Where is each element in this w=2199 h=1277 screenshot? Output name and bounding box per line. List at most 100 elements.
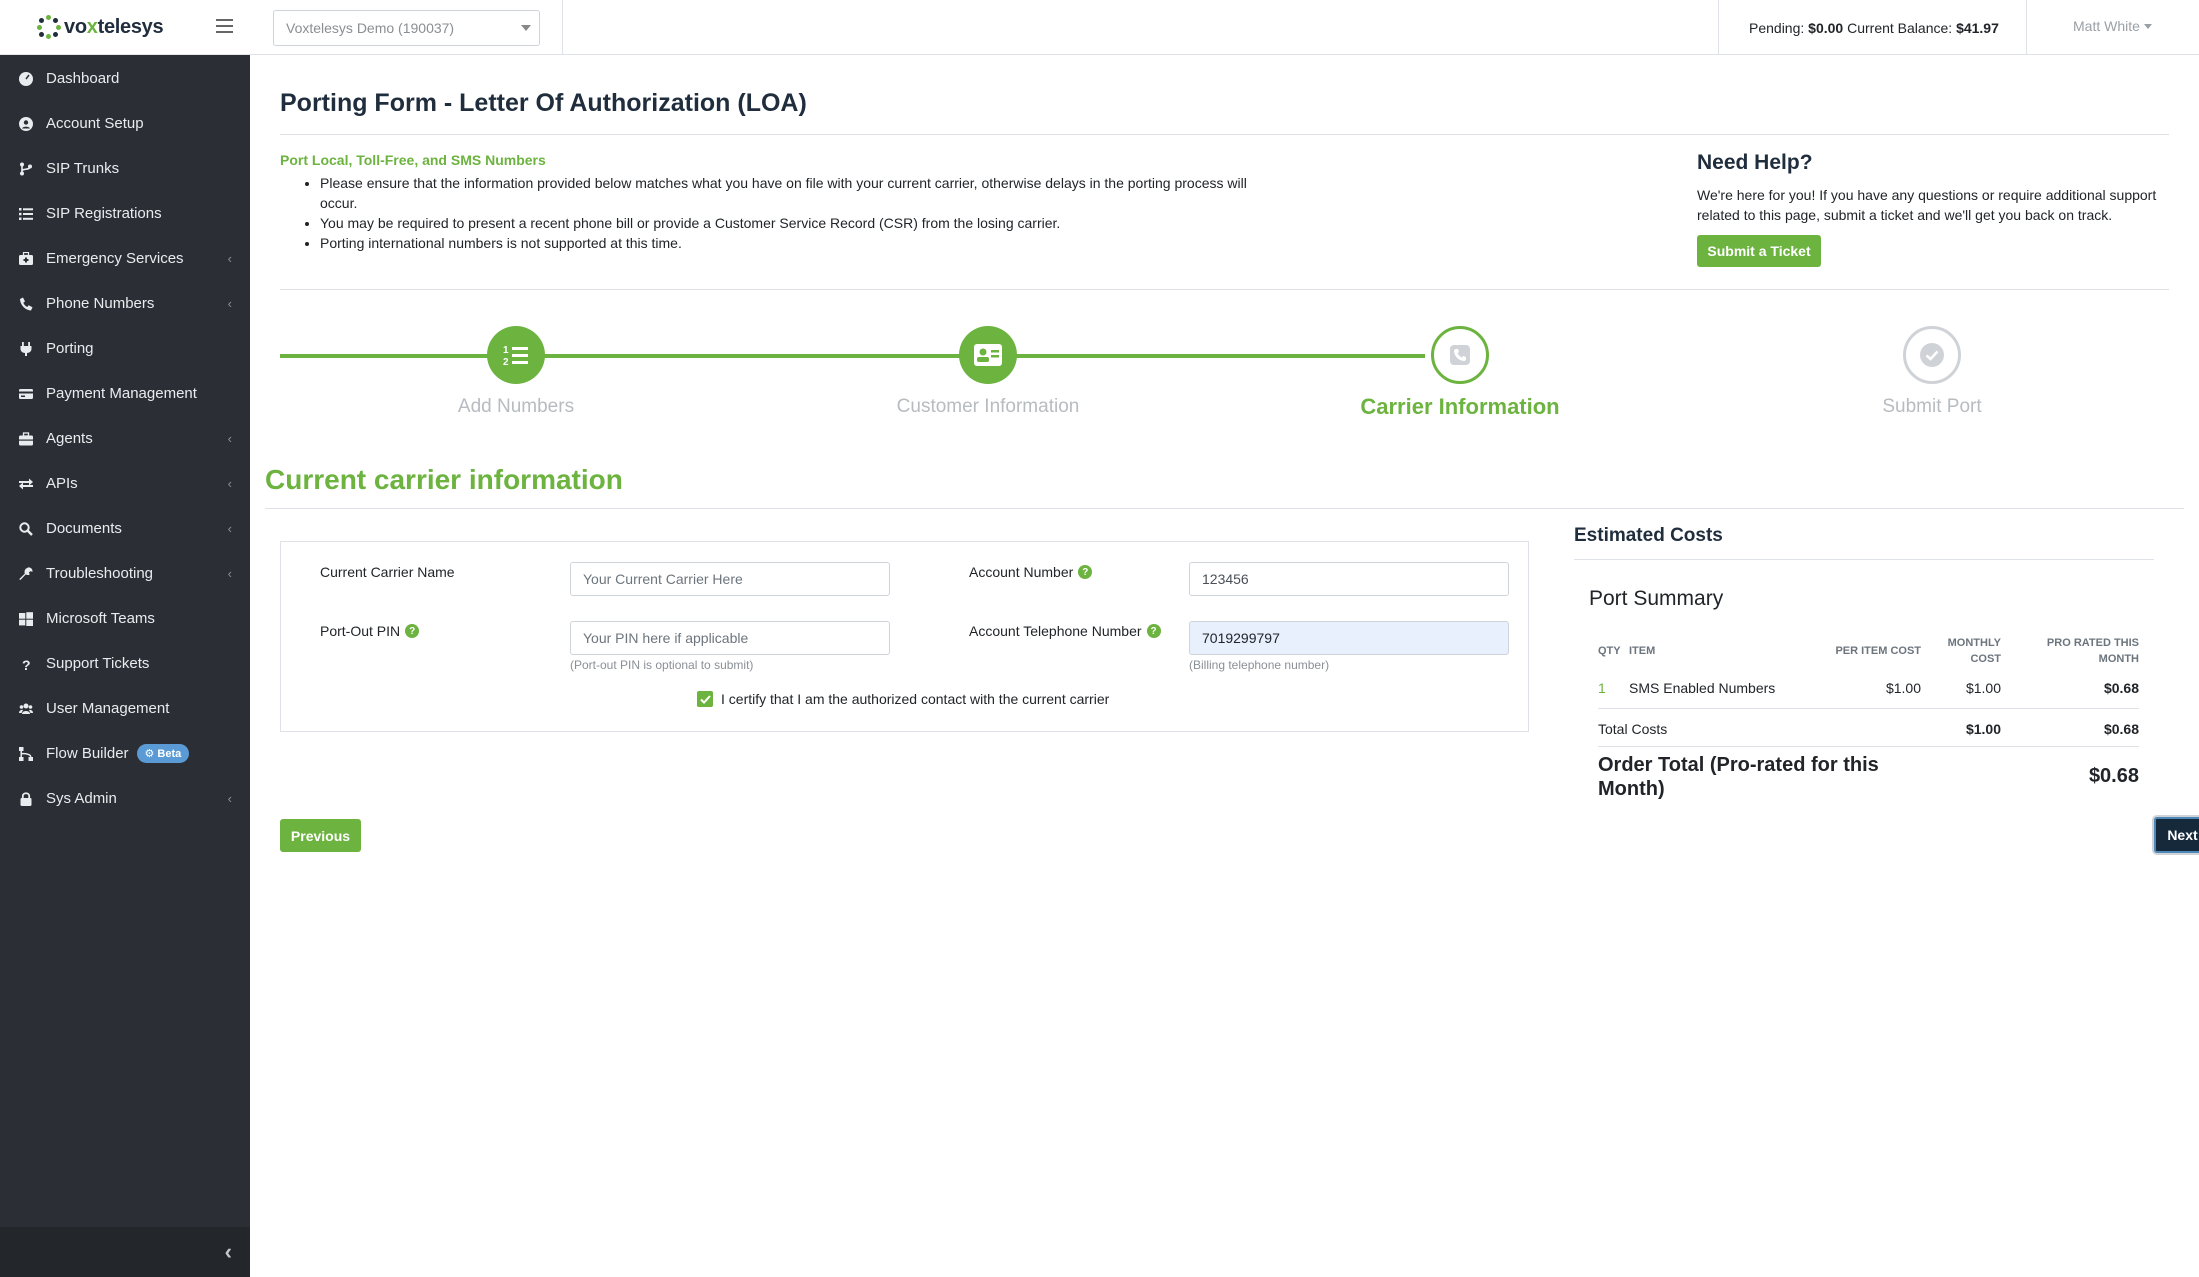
svg-text:2: 2 <box>503 357 509 367</box>
account-tel-input[interactable] <box>1189 621 1509 655</box>
sidebar-item-label: SIP Trunks <box>46 160 120 177</box>
list-icon <box>18 206 34 222</box>
step-submit-port[interactable]: Submit Port <box>1782 326 2082 418</box>
account-number-input[interactable] <box>1189 562 1509 596</box>
account-select[interactable]: Voxtelesys Demo (190037) <box>273 10 540 46</box>
check-circle-icon <box>1903 326 1961 384</box>
svg-text:1: 1 <box>503 345 509 356</box>
sidebar-item-label: Support Tickets <box>46 655 150 672</box>
sidebar-item-label: SIP Registrations <box>46 205 162 222</box>
col-item: ITEM <box>1629 645 1656 657</box>
exchange-icon <box>18 476 34 492</box>
step-carrier-information[interactable]: Carrier Information <box>1310 326 1610 420</box>
users-icon <box>18 701 34 717</box>
sidebar-item-agents[interactable]: Agents ‹ <box>0 416 250 461</box>
sidebar-collapse-button[interactable]: ‹ <box>0 1227 250 1277</box>
windows-icon <box>18 611 34 627</box>
divider <box>1598 746 2139 747</box>
previous-button[interactable]: Previous <box>280 819 361 852</box>
port-summary: Port Summary QTY ITEM PER ITEM COST MONT… <box>1589 587 2139 800</box>
sidebar-item-label: Account Setup <box>46 115 144 132</box>
sidebar-item-apis[interactable]: APIs ‹ <box>0 461 250 506</box>
dashboard-icon <box>18 71 34 87</box>
certify-checkbox[interactable] <box>697 691 713 707</box>
cog-icon: ⚙ <box>144 748 155 760</box>
certify-checkbox-row[interactable]: I certify that I am the authorized conta… <box>697 691 1109 707</box>
sidebar-item-phone-numbers[interactable]: Phone Numbers ‹ <box>0 281 250 326</box>
sidebar-item-support-tickets[interactable]: ? Support Tickets <box>0 641 250 686</box>
row-prorated: $0.68 <box>2103 680 2139 696</box>
pin-input[interactable] <box>570 621 890 655</box>
sidebar-item-flow-builder[interactable]: Flow Builder ⚙ Beta <box>0 731 250 776</box>
pending-value: $0.00 <box>1808 19 1844 36</box>
sidebar-item-label: Emergency Services <box>46 250 184 267</box>
intro-list: Please ensure that the information provi… <box>280 173 1280 253</box>
chevron-left-icon: ‹ <box>227 476 232 491</box>
sidebar-item-label: Payment Management <box>46 385 197 402</box>
chevron-left-icon: ‹ <box>227 791 232 806</box>
caret-down-icon <box>2143 23 2152 29</box>
divider <box>265 508 2184 509</box>
page-title: Porting Form - Letter Of Authorization (… <box>280 89 807 117</box>
sidebar-item-payment-management[interactable]: Payment Management <box>0 371 250 416</box>
chevron-left-icon: ‹ <box>227 251 232 266</box>
topbar: Voxtelesys Demo (190037) Pending: $0.00 … <box>250 0 2199 55</box>
carrier-name-label: Current Carrier Name <box>320 564 455 580</box>
step-label: Carrier Information <box>1360 394 1560 419</box>
step-add-numbers[interactable]: 12 Add Numbers <box>366 326 666 418</box>
sidebar-item-documents[interactable]: Documents ‹ <box>0 506 250 551</box>
next-button[interactable]: Next <box>2154 817 2199 853</box>
sidebar-item-microsoft-teams[interactable]: Microsoft Teams <box>0 596 250 641</box>
col-per-item: PER ITEM COST <box>1835 645 1921 657</box>
brand-name: voxtelesys <box>64 15 164 38</box>
balance-value: $41.97 <box>1956 19 1999 36</box>
account-tel-label: Account Telephone Number? <box>969 623 1161 639</box>
divider <box>280 289 2169 290</box>
sidebar-item-dashboard[interactable]: Dashboard <box>0 56 250 101</box>
sidebar-item-user-management[interactable]: User Management <box>0 686 250 731</box>
sidebar-nav: Dashboard Account Setup SIP Trunks SIP Regi… <box>0 55 250 821</box>
question-circle-icon[interactable]: ? <box>1146 624 1161 638</box>
check-icon <box>699 694 711 704</box>
brand-logo[interactable]: voxtelesys <box>0 0 250 55</box>
sidebar-item-label: Flow Builder <box>46 745 129 762</box>
step-customer-information[interactable]: Customer Information <box>838 326 1138 418</box>
carrier-name-input[interactable] <box>570 562 890 596</box>
sidebar-item-account-setup[interactable]: Account Setup <box>0 101 250 146</box>
hamburger-icon[interactable] <box>216 19 233 33</box>
row-item: SMS Enabled Numbers <box>1629 680 1776 696</box>
svg-text:?: ? <box>22 657 31 671</box>
help-text: We're here for you! If you have any ques… <box>1697 187 2157 223</box>
submit-ticket-button[interactable]: Submit a Ticket <box>1697 235 1821 267</box>
sitemap-icon <box>18 746 34 762</box>
sidebar-item-sip-registrations[interactable]: SIP Registrations <box>0 191 250 236</box>
phone-icon <box>18 296 34 312</box>
account-number-label: Account Number? <box>969 564 1093 580</box>
sidebar-item-emergency-services[interactable]: Emergency Services ‹ <box>0 236 250 281</box>
topbar-divider <box>1718 0 1719 55</box>
chevron-down-icon <box>521 25 531 31</box>
question-icon: ? <box>18 656 34 672</box>
section-title: Current carrier information <box>265 464 623 495</box>
briefcase-icon <box>18 431 34 447</box>
account-select-value: Voxtelesys Demo (190037) <box>286 20 455 36</box>
divider <box>280 134 2169 135</box>
divider <box>1574 559 2154 560</box>
col-prorated: PRO RATED THIS MONTH <box>2046 637 2139 665</box>
col-qty: QTY <box>1598 645 1621 657</box>
sidebar-item-sys-admin[interactable]: Sys Admin ‹ <box>0 776 250 821</box>
sidebar-item-label: User Management <box>46 700 170 717</box>
port-summary-title: Port Summary <box>1589 587 1724 610</box>
col-monthly: MONTHLY COST <box>1947 637 2001 665</box>
question-circle-icon[interactable]: ? <box>405 624 420 638</box>
sidebar-item-troubleshooting[interactable]: Troubleshooting ‹ <box>0 551 250 596</box>
main-content: Porting Form - Letter Of Authorization (… <box>250 56 2199 1277</box>
estimated-costs-title: Estimated Costs <box>1574 525 1723 546</box>
user-menu[interactable]: Matt White <box>2073 0 2152 52</box>
sidebar-item-label: Documents <box>46 520 122 537</box>
sidebar-item-porting[interactable]: Porting <box>0 326 250 371</box>
chevron-left-icon: ‹ <box>227 296 232 311</box>
sidebar-item-sip-trunks[interactable]: SIP Trunks <box>0 146 250 191</box>
question-circle-icon[interactable]: ? <box>1078 565 1093 579</box>
row-monthly: $1.00 <box>1965 680 2001 696</box>
